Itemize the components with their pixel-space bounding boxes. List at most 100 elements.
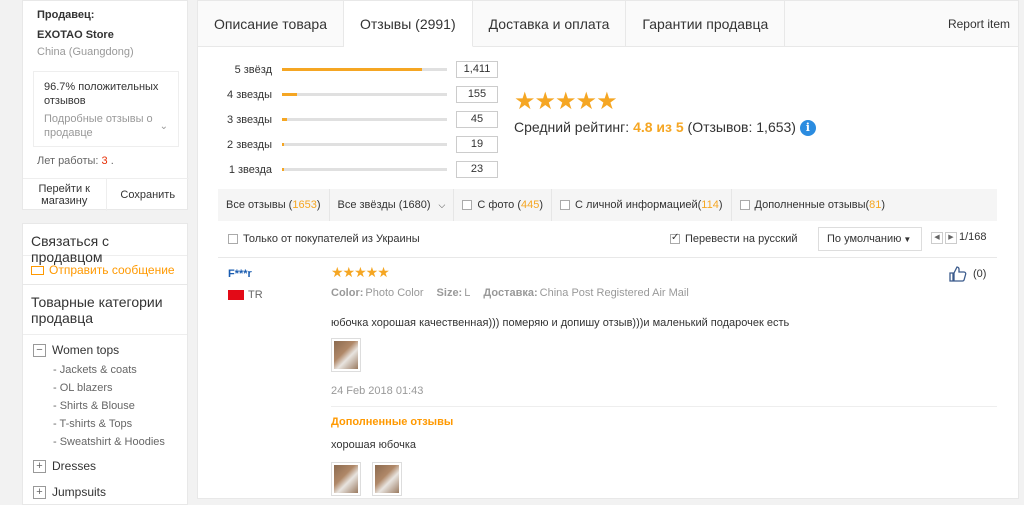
rating-row-label: 5 звёзд	[234, 64, 272, 76]
filter-label: Все отзывы (	[226, 199, 293, 211]
rating-row[interactable]: 2 звезды 19	[198, 136, 498, 154]
personal-checkbox[interactable]	[560, 200, 571, 210]
tab-bar: Описание товара Отзывы (2991) Доставка и…	[198, 1, 1018, 47]
category-item[interactable]: - T-shirts & Tops	[23, 415, 187, 433]
like-button[interactable]: (0)	[949, 266, 986, 282]
feedback-box: 96.7% положительных отзывов Подробные от…	[33, 71, 179, 147]
tab-description[interactable]: Описание товара	[198, 1, 344, 46]
size-label: Size:	[436, 287, 463, 299]
translate-label: Перевести на русский	[685, 233, 798, 245]
category-group-jumpsuits[interactable]: + Jumpsuits	[23, 477, 187, 503]
tab-reviews[interactable]: Отзывы (2991)	[343, 1, 473, 47]
review-date: 24 Feb 2018 01:43	[331, 385, 424, 397]
expand-icon[interactable]: +	[33, 486, 46, 500]
category-group-label: Women tops	[52, 343, 120, 357]
rating-row[interactable]: 5 звёзд 1,411	[198, 61, 498, 79]
reviewer-name[interactable]: F***r	[228, 268, 252, 280]
translate-option[interactable]: Перевести на русский	[670, 232, 798, 245]
rating-bar	[282, 118, 447, 121]
additional-checkbox[interactable]	[739, 200, 750, 210]
ukraine-only-option[interactable]: Только от покупателей из Украины	[228, 233, 420, 245]
filter-personal[interactable]: С личной информацией(114)	[552, 189, 732, 221]
category-item[interactable]: - OL blazers	[23, 379, 187, 397]
translate-checkbox[interactable]	[670, 232, 680, 245]
envelope-icon	[31, 266, 44, 276]
divider	[331, 406, 997, 407]
additional-photo[interactable]	[331, 462, 361, 496]
additional-photo[interactable]	[372, 462, 402, 496]
expand-icon[interactable]: +	[33, 460, 46, 474]
review-photo[interactable]	[331, 338, 361, 372]
rating-row[interactable]: 1 звезда 23	[198, 161, 498, 179]
category-group-dresses[interactable]: + Dresses	[23, 451, 187, 477]
rating-bar-fill	[282, 118, 287, 121]
next-page-icon[interactable]: ▶	[945, 232, 957, 245]
tab-shipping[interactable]: Доставка и оплата	[473, 1, 627, 46]
photo-image	[334, 341, 358, 369]
collapse-icon[interactable]: −	[33, 344, 46, 358]
filter-with-photo[interactable]: С фото (445)	[454, 189, 553, 221]
categories-panel: Товарные категории продавца − Women tops …	[22, 285, 188, 505]
filter-label-end: )	[718, 199, 723, 211]
photo-image	[375, 465, 399, 493]
filter-label: С личной информацией(	[575, 199, 702, 211]
category-group-women-tops[interactable]: − Women tops	[23, 335, 187, 361]
prev-page-icon[interactable]: ◀	[931, 232, 943, 245]
category-item[interactable]: - Shirts & Blouse	[23, 397, 187, 415]
contact-title: Связаться с продавцом	[23, 224, 187, 265]
category-group-label: Jumpsuits	[52, 485, 107, 499]
filter-label: Все звёзды (1680)	[337, 199, 431, 211]
seller-panel: Продавец: EXOTAO Store China (Guangdong)…	[22, 0, 189, 211]
years-value: 3	[101, 155, 108, 167]
rating-bar-fill	[282, 93, 297, 96]
save-store-button[interactable]: Сохранить	[107, 179, 190, 211]
chevron-down-icon: ▼	[903, 235, 912, 244]
photo-image	[334, 465, 358, 493]
rating-bar	[282, 168, 447, 171]
feedback-detail-link[interactable]: Подробные отзывы о продавце ⌄	[44, 112, 168, 140]
info-icon[interactable]: i	[799, 120, 816, 137]
pagination: ◀ ▶ 1/168	[931, 231, 989, 245]
category-item[interactable]: - Jackets & coats	[23, 361, 187, 379]
options-row: Только от покупателей из Украины Перевес…	[218, 227, 997, 253]
rating-bar	[282, 93, 447, 96]
photo-checkbox[interactable]	[462, 200, 473, 210]
like-count: (0)	[973, 267, 987, 280]
tab-guarantees[interactable]: Гарантии продавца	[626, 1, 786, 46]
rating-bar-fill	[282, 68, 423, 71]
reviewer-country: TR	[248, 289, 263, 301]
send-message-label: Отправить сообщение	[49, 263, 175, 277]
report-item-link[interactable]: Report item	[948, 1, 1018, 46]
filter-label-end: )	[539, 199, 544, 211]
filter-all-reviews[interactable]: Все отзывы (1653)	[218, 189, 330, 221]
page-indicator: 1/168	[959, 231, 987, 244]
color-value: Photo Color	[365, 287, 424, 299]
filter-bar: Все отзывы (1653) Все звёзды (1680) ⌵ С ф…	[218, 189, 997, 221]
store-name[interactable]: EXOTAO Store	[37, 29, 114, 41]
delivery-value: China Post Registered Air Mail	[539, 287, 689, 299]
category-group-label: Dresses	[52, 459, 97, 473]
rating-row[interactable]: 4 звезды 155	[198, 86, 498, 104]
store-location: China (Guangdong)	[37, 46, 134, 58]
filter-count: 445	[521, 199, 540, 211]
average-rating: Средний рейтинг: 4.8 из 5 (Отзывов: 1,65…	[514, 119, 816, 137]
rating-bar-fill	[282, 168, 284, 171]
seller-label: Продавец:	[37, 9, 95, 21]
rating-row-label: 2 звезды	[227, 139, 272, 151]
filter-label: С фото (	[477, 199, 522, 211]
ukraine-checkbox[interactable]	[228, 234, 238, 245]
main-panel: Описание товара Отзывы (2991) Доставка и…	[197, 0, 1019, 499]
category-item[interactable]: - Sweatshirt & Hoodies	[23, 433, 187, 451]
seller-buttons: Перейти к магазину Сохранить	[23, 178, 189, 211]
chevron-down-icon: ⌄	[159, 121, 168, 132]
rating-row-label: 4 звезды	[227, 89, 272, 101]
average-label: Средний рейтинг:	[514, 119, 630, 135]
goto-store-button[interactable]: Перейти к магазину	[23, 179, 107, 211]
rating-bar	[282, 143, 447, 146]
rating-row[interactable]: 3 звезды 45	[198, 111, 498, 129]
categories-title: Товарные категории продавца	[23, 285, 187, 335]
sort-select[interactable]: По умолчанию ▼	[818, 227, 922, 251]
size-value: L	[464, 287, 471, 299]
filter-additional[interactable]: Дополненные отзывы(81)	[732, 189, 894, 221]
filter-all-stars[interactable]: Все звёзды (1680) ⌵	[330, 189, 455, 221]
